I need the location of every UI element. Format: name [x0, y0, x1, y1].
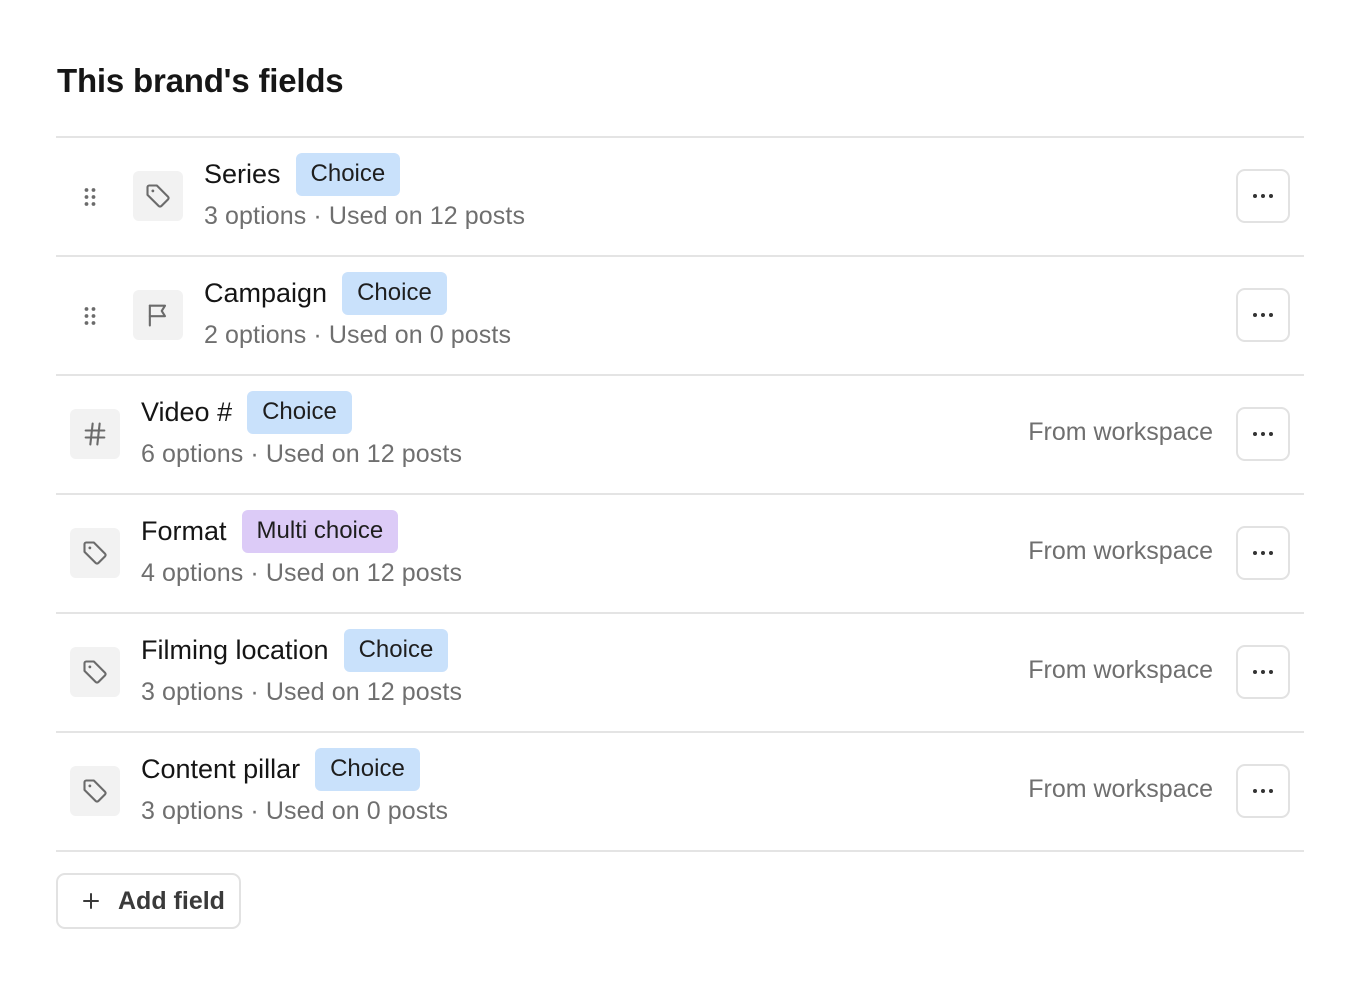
add-field-button[interactable]: Add field — [56, 873, 241, 929]
tag-icon — [70, 528, 120, 578]
field-name: Filming location — [141, 634, 329, 665]
more-options-button[interactable] — [1236, 288, 1290, 342]
more-options-button[interactable] — [1236, 407, 1290, 461]
field-name: Content pillar — [141, 753, 301, 784]
flag-icon — [133, 290, 183, 340]
tag-icon — [70, 766, 120, 816]
tag-icon — [70, 647, 120, 697]
field-info: Format Multi choice 4 options · Used on … — [141, 509, 462, 588]
field-list: Series Choice 3 options · Used on 12 pos… — [56, 136, 1304, 852]
field-type-badge: Choice — [295, 152, 401, 196]
ellipsis-icon — [1253, 670, 1273, 674]
field-row-format[interactable]: Format Multi choice 4 options · Used on … — [56, 495, 1304, 614]
drag-handle-icon[interactable] — [78, 185, 102, 209]
field-meta: 2 options · Used on 0 posts — [204, 321, 512, 349]
ellipsis-icon — [1253, 194, 1273, 198]
field-name: Campaign — [204, 277, 328, 308]
hash-icon — [70, 409, 120, 459]
field-meta: 3 options · Used on 12 posts — [204, 202, 526, 230]
field-meta: 6 options · Used on 12 posts — [141, 440, 463, 468]
field-source-label: From workspace — [1028, 656, 1213, 684]
field-meta: 3 options · Used on 0 posts — [141, 797, 449, 825]
field-row-filming-location[interactable]: Filming location Choice 3 options · Used… — [56, 614, 1304, 733]
field-row-video-number[interactable]: Video # Choice 6 options · Used on 12 po… — [56, 376, 1304, 495]
ellipsis-icon — [1253, 313, 1273, 317]
field-info: Series Choice 3 options · Used on 12 pos… — [204, 152, 525, 231]
field-source-label: From workspace — [1028, 418, 1213, 446]
field-type-badge: Choice — [315, 747, 420, 791]
more-options-button[interactable] — [1236, 764, 1290, 818]
ellipsis-icon — [1253, 551, 1273, 555]
add-field-label: Add field — [118, 886, 225, 915]
drag-handle-icon[interactable] — [78, 304, 102, 328]
field-meta: 4 options · Used on 12 posts — [141, 559, 463, 587]
field-name: Video # — [141, 396, 233, 427]
ellipsis-icon — [1253, 432, 1273, 436]
more-options-button[interactable] — [1236, 169, 1290, 223]
field-source-label: From workspace — [1028, 775, 1213, 803]
field-meta: 3 options · Used on 12 posts — [141, 678, 463, 706]
field-info: Campaign Choice 2 options · Used on 0 po… — [204, 271, 511, 350]
field-source-label: From workspace — [1028, 537, 1213, 565]
field-info: Filming location Choice 3 options · Used… — [141, 628, 462, 707]
field-row-content-pillar[interactable]: Content pillar Choice 3 options · Used o… — [56, 733, 1304, 852]
field-row-series[interactable]: Series Choice 3 options · Used on 12 pos… — [56, 138, 1304, 257]
field-type-badge: Multi choice — [241, 509, 399, 553]
field-row-campaign[interactable]: Campaign Choice 2 options · Used on 0 po… — [56, 257, 1304, 376]
field-type-badge: Choice — [342, 271, 447, 315]
page-title: This brand's fields — [57, 62, 344, 99]
ellipsis-icon — [1253, 789, 1273, 793]
tag-icon — [133, 171, 183, 221]
more-options-button[interactable] — [1236, 526, 1290, 580]
field-info: Content pillar Choice 3 options · Used o… — [141, 747, 448, 826]
more-options-button[interactable] — [1236, 645, 1290, 699]
field-name: Series — [204, 158, 281, 189]
field-type-badge: Choice — [247, 390, 352, 434]
plus-icon — [80, 890, 102, 912]
field-info: Video # Choice 6 options · Used on 12 po… — [141, 390, 462, 469]
field-name: Format — [141, 515, 227, 546]
field-type-badge: Choice — [343, 628, 449, 672]
